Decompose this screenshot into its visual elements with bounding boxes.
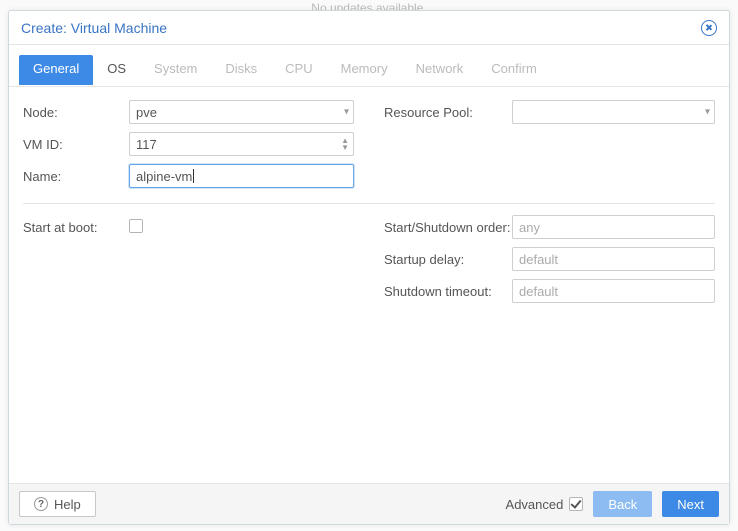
timeout-value: default (519, 284, 558, 299)
chevron-down-icon: ▾ (705, 107, 710, 118)
tab-disks: Disks (211, 55, 271, 86)
vmid-spinner[interactable]: 117 ▲▼ (129, 132, 354, 156)
timeout-input[interactable]: default (512, 279, 715, 303)
node-value: pve (136, 105, 157, 120)
order-value: any (519, 220, 540, 235)
vmid-label: VM ID: (23, 137, 129, 152)
node-label: Node: (23, 105, 129, 120)
startboot-label: Start at boot: (23, 220, 129, 235)
delay-value: default (519, 252, 558, 267)
timeout-label: Shutdown timeout: (384, 284, 512, 299)
delay-label: Startup delay: (384, 252, 512, 267)
next-button[interactable]: Next (662, 491, 719, 517)
tab-network: Network (402, 55, 478, 86)
tab-cpu: CPU (271, 55, 326, 86)
name-label: Name: (23, 169, 129, 184)
spinner-icon: ▲▼ (341, 137, 349, 151)
dialog-title: Create: Virtual Machine (21, 20, 167, 36)
chevron-down-icon: ▾ (344, 107, 349, 118)
name-input[interactable]: alpine-vm (129, 164, 354, 188)
close-icon[interactable] (701, 20, 717, 36)
help-button[interactable]: ? Help (19, 491, 96, 517)
tab-general[interactable]: General (19, 55, 93, 85)
tab-memory: Memory (327, 55, 402, 86)
order-input[interactable]: any (512, 215, 715, 239)
text-cursor (193, 169, 194, 183)
back-button[interactable]: Back (593, 491, 652, 517)
name-value: alpine-vm (136, 169, 192, 184)
dialog-footer: ? Help Advanced Back Next (9, 483, 729, 524)
pool-label: Resource Pool: (384, 105, 512, 120)
dialog-body: Node: pve ▾ VM ID: 117 ▲▼ (9, 87, 729, 483)
help-icon: ? (34, 497, 48, 511)
advanced-label: Advanced (506, 497, 564, 512)
create-vm-dialog: Create: Virtual Machine General OS Syste… (8, 10, 730, 525)
order-label: Start/Shutdown order: (384, 220, 512, 235)
node-combo[interactable]: pve ▾ (129, 100, 354, 124)
pool-combo[interactable]: ▾ (512, 100, 715, 124)
delay-input[interactable]: default (512, 247, 715, 271)
dialog-titlebar: Create: Virtual Machine (9, 11, 729, 45)
advanced-toggle[interactable]: Advanced (506, 497, 584, 512)
wizard-tabs: General OS System Disks CPU Memory Netwo… (9, 45, 729, 87)
startboot-checkbox[interactable] (129, 219, 143, 233)
tab-os[interactable]: OS (93, 55, 140, 86)
vmid-value: 117 (136, 137, 157, 152)
help-label: Help (54, 497, 81, 512)
tab-confirm: Confirm (477, 55, 551, 86)
advanced-checkbox[interactable] (569, 497, 583, 511)
tab-system: System (140, 55, 211, 86)
divider (23, 203, 715, 204)
